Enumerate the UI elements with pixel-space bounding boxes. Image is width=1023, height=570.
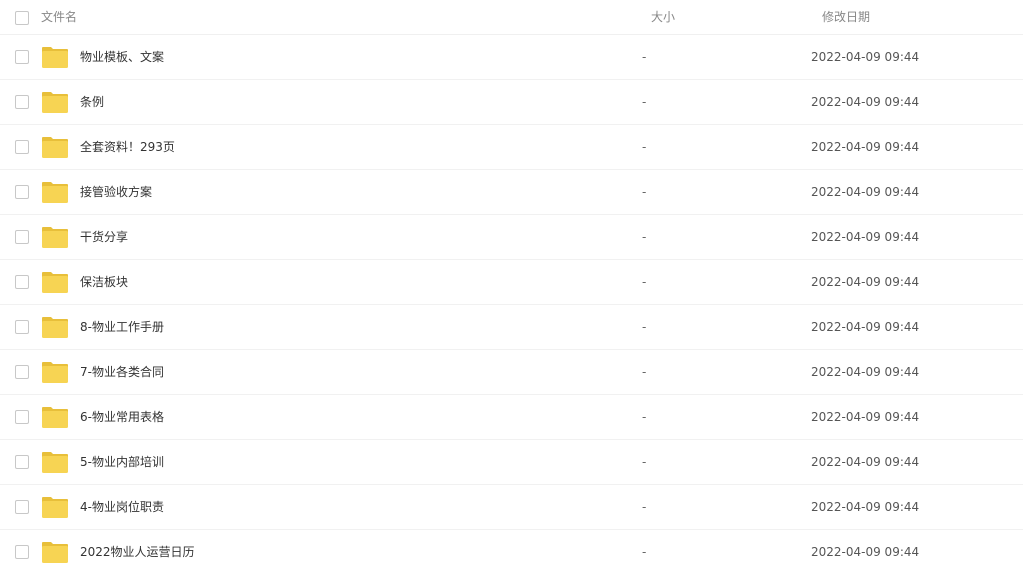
select-all-checkbox[interactable] [15,11,29,25]
file-name[interactable]: 接管验收方案 [80,184,152,200]
file-date: 2022-04-09 09:44 [811,140,920,154]
row-checkbox[interactable] [15,95,29,109]
column-header-name[interactable]: 文件名 [41,9,77,25]
file-name[interactable]: 2022物业人运营日历 [80,544,195,560]
file-date: 2022-04-09 09:44 [811,455,920,469]
file-size: - [642,230,647,244]
folder-icon [41,361,69,384]
row-checkbox[interactable] [15,185,29,199]
file-date: 2022-04-09 09:44 [811,95,920,109]
folder-icon [41,541,69,564]
file-size: - [642,140,647,154]
table-row[interactable]: 干货分享 - 2022-04-09 09:44 [0,215,1023,260]
file-name[interactable]: 干货分享 [80,229,128,245]
file-size: - [642,455,647,469]
row-checkbox[interactable] [15,455,29,469]
folder-icon [41,451,69,474]
file-name[interactable]: 物业模板、文案 [80,49,164,65]
file-size: - [642,95,647,109]
row-checkbox[interactable] [15,320,29,334]
file-date: 2022-04-09 09:44 [811,410,920,424]
row-checkbox[interactable] [15,230,29,244]
file-date: 2022-04-09 09:44 [811,365,920,379]
folder-icon [41,181,69,204]
file-size: - [642,275,647,289]
row-checkbox[interactable] [15,275,29,289]
file-date: 2022-04-09 09:44 [811,275,920,289]
folder-icon [41,91,69,114]
folder-icon [41,136,69,159]
file-date: 2022-04-09 09:44 [811,185,920,199]
file-name[interactable]: 5-物业内部培训 [80,454,164,470]
column-header-size[interactable]: 大小 [651,9,675,25]
table-row[interactable]: 条例 - 2022-04-09 09:44 [0,80,1023,125]
table-row[interactable]: 接管验收方案 - 2022-04-09 09:44 [0,170,1023,215]
file-date: 2022-04-09 09:44 [811,50,920,64]
folder-icon [41,271,69,294]
table-row[interactable]: 保洁板块 - 2022-04-09 09:44 [0,260,1023,305]
row-checkbox[interactable] [15,365,29,379]
file-name[interactable]: 7-物业各类合同 [80,364,164,380]
table-row[interactable]: 2022物业人运营日历 - 2022-04-09 09:44 [0,530,1023,570]
file-name[interactable]: 6-物业常用表格 [80,409,164,425]
table-row[interactable]: 4-物业岗位职责 - 2022-04-09 09:44 [0,485,1023,530]
column-header-date[interactable]: 修改日期 [822,9,870,25]
file-name[interactable]: 保洁板块 [80,274,128,290]
folder-icon [41,46,69,69]
row-checkbox[interactable] [15,140,29,154]
file-size: - [642,500,647,514]
file-date: 2022-04-09 09:44 [811,320,920,334]
file-name[interactable]: 4-物业岗位职责 [80,499,164,515]
file-size: - [642,50,647,64]
rows-container: 物业模板、文案 - 2022-04-09 09:44 条例 - 2022-04-… [0,35,1023,570]
row-checkbox[interactable] [15,50,29,64]
file-date: 2022-04-09 09:44 [811,545,920,559]
table-row[interactable]: 5-物业内部培训 - 2022-04-09 09:44 [0,440,1023,485]
list-header: 文件名 大小 修改日期 [0,0,1023,35]
table-row[interactable]: 6-物业常用表格 - 2022-04-09 09:44 [0,395,1023,440]
table-row[interactable]: 全套资料！293页 - 2022-04-09 09:44 [0,125,1023,170]
file-size: - [642,365,647,379]
file-date: 2022-04-09 09:44 [811,500,920,514]
row-checkbox[interactable] [15,500,29,514]
file-size: - [642,545,647,559]
file-name[interactable]: 全套资料！293页 [80,139,175,155]
file-name[interactable]: 条例 [80,94,104,110]
file-date: 2022-04-09 09:44 [811,230,920,244]
file-size: - [642,410,647,424]
table-row[interactable]: 物业模板、文案 - 2022-04-09 09:44 [0,35,1023,80]
folder-icon [41,316,69,339]
row-checkbox[interactable] [15,410,29,424]
table-row[interactable]: 8-物业工作手册 - 2022-04-09 09:44 [0,305,1023,350]
file-name[interactable]: 8-物业工作手册 [80,319,164,335]
file-size: - [642,185,647,199]
row-checkbox[interactable] [15,545,29,559]
folder-icon [41,406,69,429]
table-row[interactable]: 7-物业各类合同 - 2022-04-09 09:44 [0,350,1023,395]
file-list: 文件名 大小 修改日期 物业模板、文案 - 2022-04-09 09:44 条… [0,0,1023,570]
file-size: - [642,320,647,334]
folder-icon [41,226,69,249]
folder-icon [41,496,69,519]
